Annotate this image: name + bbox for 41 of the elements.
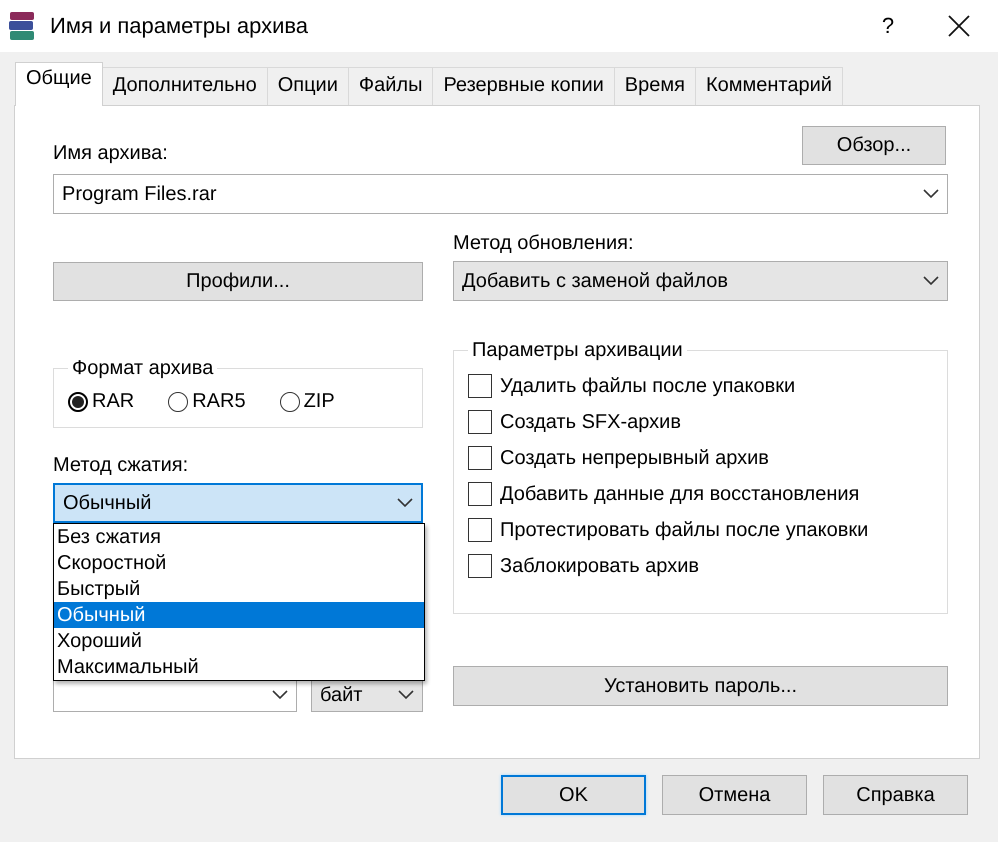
dropdown-option[interactable]: Быстрый [54, 576, 424, 602]
archive-name-combo[interactable]: Program Files.rar [53, 174, 948, 214]
dialog-button[interactable]: OK [501, 775, 646, 815]
window-title: Имя и параметры архива [50, 13, 310, 39]
caret-icon [923, 189, 939, 199]
checkbox-option[interactable]: Добавить данные для восстановления [468, 482, 933, 506]
compression-combo[interactable]: Обычный [53, 483, 423, 523]
profiles-button[interactable]: Профили... [53, 262, 423, 301]
group-title: Параметры архивации [471, 339, 684, 362]
update-method-combo[interactable]: Добавить с заменой файлов [453, 261, 948, 301]
compression-label: Метод сжатия: [53, 454, 190, 477]
password-button[interactable]: Установить пароль... [453, 666, 948, 706]
dropdown-option[interactable]: Скоростной [54, 550, 424, 576]
unit-combo[interactable]: байт [311, 678, 423, 712]
dropdown-option[interactable]: Хороший [54, 628, 424, 654]
dialog-button[interactable]: Справка [823, 775, 968, 815]
browse-button[interactable]: Обзор... [802, 126, 946, 165]
caret-icon [923, 276, 939, 286]
tab[interactable]: Общие [15, 62, 103, 106]
dialog-button[interactable]: Отмена [662, 775, 807, 815]
close-icon[interactable] [948, 15, 970, 37]
archive-name-label: Имя архива: [53, 142, 168, 165]
dictionary-size-combo[interactable] [53, 678, 297, 712]
checkbox-option[interactable]: Создать SFX-архив [468, 410, 933, 434]
tab[interactable]: Комментарий [694, 67, 843, 105]
radio-option[interactable]: RAR [68, 390, 134, 413]
checkbox-option[interactable]: Заблокировать архив [468, 554, 933, 578]
dropdown-option[interactable]: Обычный [54, 602, 424, 628]
dropdown-option[interactable]: Максимальный [54, 654, 424, 680]
checkbox-option[interactable]: Протестировать файлы после упаковки [468, 518, 933, 542]
radio-option[interactable]: ZIP [280, 390, 335, 413]
group-title: Формат архива [71, 357, 214, 380]
update-method-label: Метод обновления: [453, 232, 634, 255]
caret-icon [398, 690, 414, 700]
checkbox-option[interactable]: Удалить файлы после упаковки [468, 374, 933, 398]
radio-option[interactable]: RAR5 [168, 390, 246, 413]
help-button[interactable]: ? [858, 13, 918, 39]
caret-icon [397, 498, 413, 508]
caret-icon [272, 690, 288, 700]
dropdown-option[interactable]: Без сжатия [54, 524, 424, 550]
checkbox-option[interactable]: Создать непрерывный архив [468, 446, 933, 470]
